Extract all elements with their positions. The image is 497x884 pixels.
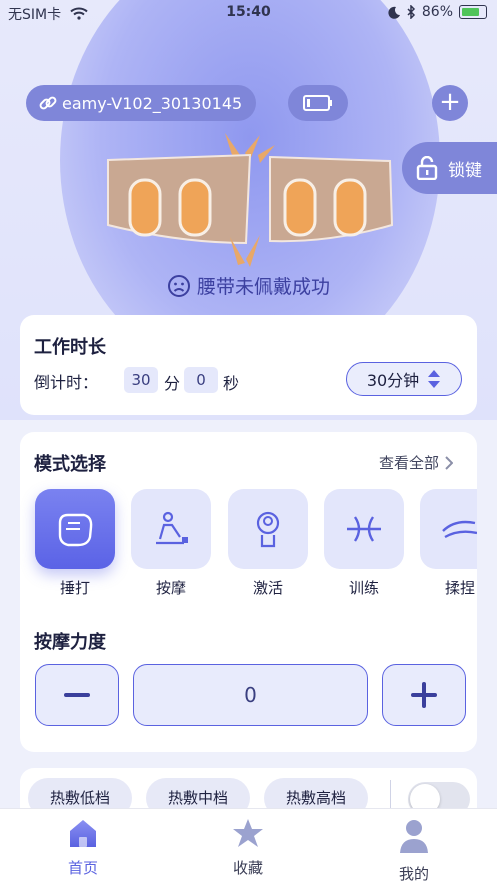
seconds-unit: 秒 [223, 374, 240, 393]
sad-face-icon [167, 274, 190, 297]
star-icon [233, 819, 263, 847]
unlock-icon [416, 156, 438, 180]
activate-icon [256, 511, 280, 548]
duration-value: 30分钟 [366, 371, 420, 390]
chevron-right-icon [445, 455, 453, 470]
bluetooth-icon [407, 5, 415, 19]
plus-icon [411, 682, 437, 708]
add-device-button[interactable]: + [432, 85, 468, 121]
minutes-unit: 分 [164, 374, 181, 393]
strength-title: 按摩力度 [34, 632, 106, 653]
minus-icon [64, 693, 90, 697]
lock-label: 锁键 [448, 160, 482, 181]
battery-percent: 86% [421, 4, 453, 20]
view-all-link[interactable]: 查看全部 [379, 452, 453, 473]
minutes-field[interactable]: 30 [124, 367, 158, 393]
mode-label: 训练 [348, 579, 379, 597]
seconds-field[interactable]: 0 [184, 367, 218, 393]
belt-status: 腰带未佩戴成功 [0, 272, 497, 299]
tab-favorites[interactable]: 收藏 [198, 817, 298, 878]
mode-label: 激活 [252, 579, 283, 597]
mode-title: 模式选择 [34, 454, 106, 475]
train-icon [347, 516, 381, 542]
knead-icon [442, 520, 477, 539]
work-duration-title: 工作时长 [34, 337, 106, 358]
user-icon [400, 820, 428, 853]
divider [390, 780, 391, 810]
mode-item-massage[interactable]: 按摩 [131, 489, 211, 598]
tab-home-label: 首页 [67, 859, 98, 877]
duration-select[interactable]: 30分钟 [346, 362, 462, 396]
belt-status-text: 腰带未佩戴成功 [196, 276, 330, 298]
status-bar: 无SIM卡 15:40 86% [0, 0, 497, 26]
plus-icon: + [439, 87, 461, 117]
electrode-1 [128, 178, 162, 237]
tab-home[interactable]: 首页 [33, 817, 133, 878]
mode-item-train[interactable]: 训练 [324, 489, 404, 598]
strength-value: 0 [133, 664, 368, 726]
electrode-3 [283, 178, 317, 237]
tab-bar: 首页 收藏 我的 [0, 808, 497, 884]
updown-icon [428, 370, 441, 388]
mode-item-knead[interactable]: 揉捏 [420, 489, 477, 598]
battery-icon [459, 5, 487, 19]
view-all-label: 查看全部 [378, 454, 439, 472]
mode-item-activate[interactable]: 激活 [228, 489, 308, 598]
work-duration-card: 工作时长 倒计时： 30 分 0 秒 30分钟 [20, 315, 477, 415]
mode-label: 揉捏 [444, 579, 475, 597]
massage-icon [156, 511, 188, 545]
tab-favorites-label: 收藏 [232, 859, 263, 877]
home-icon [70, 820, 96, 847]
device-battery-button[interactable] [288, 85, 348, 121]
mode-label: 按摩 [155, 579, 186, 597]
fist-icon [58, 513, 93, 547]
strength-increase-button[interactable] [382, 664, 466, 726]
countdown-label: 倒计时： [34, 373, 99, 392]
battery-empty-icon [303, 95, 332, 111]
mode-label: 捶打 [59, 579, 90, 597]
link-icon [39, 96, 57, 110]
tab-profile-label: 我的 [398, 865, 429, 883]
lock-button[interactable]: 锁键 [402, 142, 497, 194]
device-selector[interactable]: eamy-V102_30130145 [26, 85, 257, 121]
mode-card: 模式选择 查看全部 捶打 按摩 激活 训练 揉捏 按摩力度 0 [20, 432, 477, 752]
mode-item-pound[interactable]: 捶打 [35, 489, 115, 598]
device-name: eamy-V102_30130145 [62, 93, 243, 113]
tab-profile[interactable]: 我的 [364, 817, 464, 884]
electrode-4 [333, 178, 367, 237]
electrode-2 [178, 178, 212, 237]
strength-decrease-button[interactable] [35, 664, 119, 726]
belt-illustration [107, 133, 394, 267]
moon-icon [388, 6, 400, 19]
